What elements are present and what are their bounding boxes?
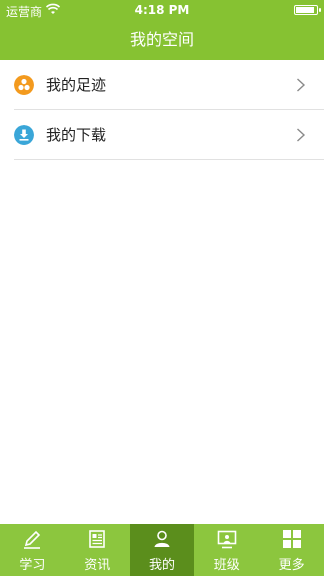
battery-icon [294,5,321,15]
tab-news[interactable]: 资讯 [65,524,130,576]
tab-label: 更多 [278,558,305,573]
classroom-icon [217,530,237,549]
news-icon [89,530,105,548]
list-item-label: 我的足迹 [46,76,107,94]
clock: 4:18 PM [134,3,190,17]
menu-list: 我的足迹 我的下载 [0,60,324,160]
tab-study[interactable]: 学习 [0,524,65,576]
list-item-footprints[interactable]: 我的足迹 [14,60,324,110]
download-icon [14,125,34,145]
tab-label: 班级 [213,558,240,573]
battery-level [296,7,314,13]
tab-bar: 学习 资讯 我的 班级 更多 [0,524,324,576]
pencil-icon [24,530,41,549]
grid-icon [282,530,301,548]
tab-more[interactable]: 更多 [259,524,324,576]
chevron-right-icon [297,128,306,142]
tab-label: 我的 [148,558,175,573]
tab-label: 学习 [19,558,46,573]
footprint-icon [14,75,34,95]
chevron-right-icon [297,78,306,92]
list-item-label: 我的下载 [46,126,107,144]
tab-mine[interactable]: 我的 [129,524,195,576]
page-title: 我的空间 [129,30,194,49]
tab-class[interactable]: 班级 [194,524,259,576]
tab-label: 资讯 [84,558,111,573]
nav-bar: 我的空间 [0,20,324,60]
status-bar: 运营商 4:18 PM [0,0,324,20]
person-icon [154,530,170,547]
list-item-downloads[interactable]: 我的下载 [14,110,324,160]
